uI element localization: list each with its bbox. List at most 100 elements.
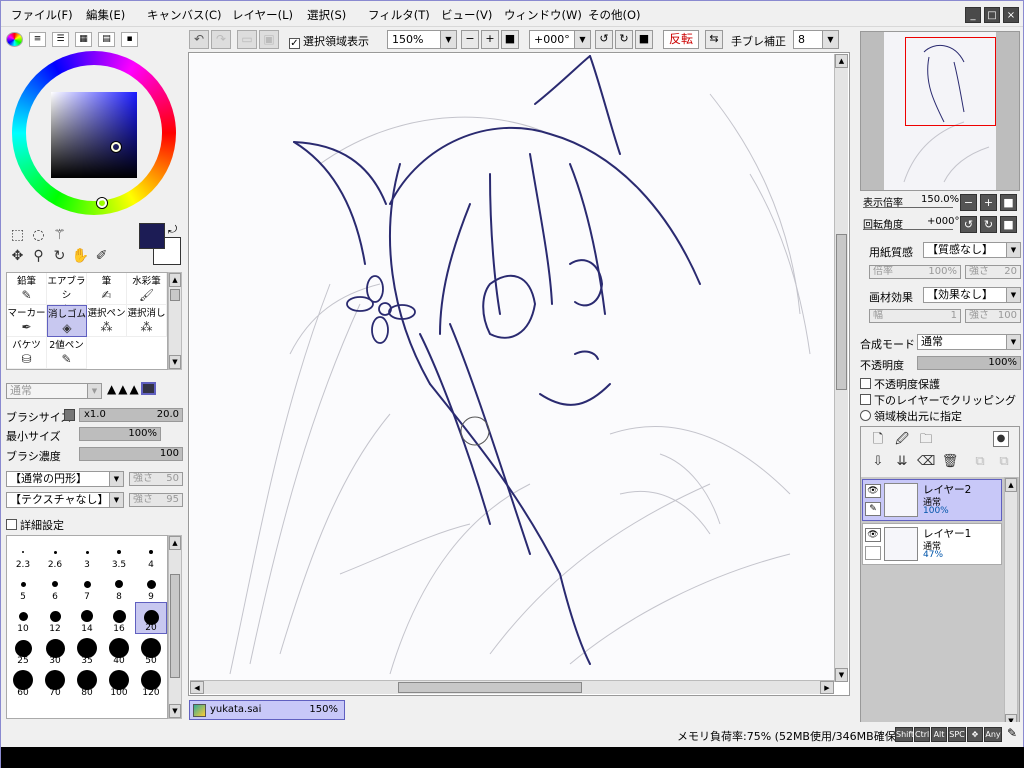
layer-up-icon[interactable]: ⧉: [971, 453, 989, 471]
layer-list-scrollbar[interactable]: ▲ ▼: [1004, 477, 1018, 729]
detail-settings-toggle[interactable]: 詳細設定: [6, 517, 64, 533]
undo-icon[interactable]: ↶: [189, 30, 209, 49]
menu-window[interactable]: ウィンドウ(W): [504, 7, 582, 23]
layer-down-icon[interactable]: ⧉: [995, 453, 1013, 471]
flip-button[interactable]: 反転: [663, 30, 699, 49]
brush-shape-select[interactable]: 【通常の円形】 ▼: [6, 471, 124, 487]
brush-size-cell[interactable]: 20: [135, 602, 167, 634]
layer-mask-icon[interactable]: ●: [993, 431, 1009, 447]
tool-eraser[interactable]: 消しゴム ◈: [47, 305, 87, 337]
scroll-up-icon[interactable]: ▲: [169, 536, 181, 550]
canvas-horizontal-scrollbar[interactable]: ◀ ▶: [190, 680, 834, 694]
rect-select-icon[interactable]: ⬚: [7, 227, 28, 243]
menu-file[interactable]: ファイル(F): [11, 7, 73, 23]
brush-size-cell[interactable]: 4: [135, 538, 167, 570]
tool-select-eraser[interactable]: 選択消し ⁂: [127, 305, 167, 337]
palette-icon[interactable]: ▦: [75, 32, 92, 47]
brush-size-cell[interactable]: 7: [71, 570, 103, 602]
size-mult-icon[interactable]: [64, 409, 75, 421]
invert-selection-icon[interactable]: ▣: [259, 30, 279, 49]
rotate-right-icon[interactable]: ↻: [615, 30, 633, 49]
tool-watercolor[interactable]: 水彩筆 🖌: [127, 273, 167, 305]
brush-size-cell[interactable]: 80: [71, 666, 103, 698]
layer-item-1[interactable]: 👁 レイヤー1 通常 47%: [862, 523, 1002, 565]
scroll-up-icon[interactable]: ▲: [169, 273, 181, 287]
visibility-eye-icon[interactable]: 👁: [865, 484, 881, 498]
brush-size-cell[interactable]: 12: [39, 602, 71, 634]
paper-texture-select[interactable]: 【質感なし】 ▼: [923, 242, 1021, 258]
canvas-vertical-scrollbar[interactable]: ▲ ▼: [834, 54, 848, 682]
brush-size-cell[interactable]: 40: [103, 634, 135, 666]
scroll-left-icon[interactable]: ◀: [190, 681, 204, 694]
brush-blend-mode-select[interactable]: 通常 ▼: [6, 383, 102, 399]
deselect-icon[interactable]: ▭: [237, 30, 257, 49]
preserve-opacity-toggle[interactable]: 不透明度保護: [860, 376, 940, 392]
rotate-reset-icon[interactable]: ■: [635, 30, 653, 49]
tool-pencil[interactable]: 鉛筆 ✎: [7, 273, 47, 305]
layer-blend-mode-select[interactable]: 通常 ▼: [917, 334, 1021, 350]
tool-marker[interactable]: マーカー ✒: [7, 305, 47, 337]
delete-layer-icon[interactable]: 🗑: [941, 453, 959, 471]
menu-view[interactable]: ビュー(V): [441, 7, 492, 23]
brush-size-cell[interactable]: 10: [7, 602, 39, 634]
brush-size-cell[interactable]: 35: [71, 634, 103, 666]
layer-opacity-slider[interactable]: 100%: [917, 356, 1021, 370]
saturation-value-square[interactable]: [51, 92, 137, 178]
tool-brush[interactable]: 筆 ✍: [87, 273, 127, 305]
stabilizer-select[interactable]: 8 ▼: [793, 30, 839, 49]
shape-strength-slider[interactable]: 強さ 50: [129, 472, 183, 486]
nav-rotate-right-icon[interactable]: ↻: [980, 216, 997, 233]
brush-size-cell[interactable]: 3.5: [103, 538, 135, 570]
swap-colors-icon[interactable]: ⤾: [168, 223, 177, 237]
hue-marker[interactable]: [97, 198, 107, 208]
rotation-select[interactable]: +000° ▼: [529, 30, 591, 49]
region-source-radio[interactable]: [860, 410, 871, 421]
tool-select-pen[interactable]: 選択ペン ⁂: [87, 305, 127, 337]
flip-arrows-icon[interactable]: ⇆: [705, 30, 723, 49]
min-size-slider[interactable]: 100%: [79, 427, 161, 441]
nav-zoom-in-icon[interactable]: +: [980, 194, 997, 211]
zoom-reset-icon[interactable]: ■: [501, 30, 519, 49]
navigator-viewport-rect[interactable]: [905, 37, 996, 126]
canvas-area[interactable]: ▲ ▼ ◀ ▶: [188, 52, 850, 696]
hsv-slider-icon[interactable]: ▤: [98, 32, 115, 47]
hand-icon[interactable]: ✋: [70, 248, 91, 264]
brush-texture-select[interactable]: 【テクスチャなし】 ▼: [6, 492, 124, 508]
color-wheel-icon[interactable]: [6, 32, 23, 47]
zoom-out-icon[interactable]: −: [461, 30, 479, 49]
merge-down-icon[interactable]: ⇊: [893, 453, 911, 471]
preserve-opacity-checkbox[interactable]: [860, 378, 871, 389]
scroll-thumb[interactable]: [398, 682, 582, 693]
rgb-slider-icon[interactable]: ☰: [52, 32, 69, 47]
region-source-toggle[interactable]: 領域検出元に指定: [860, 408, 962, 424]
scroll-down-icon[interactable]: ▼: [169, 704, 181, 718]
brush-size-cell[interactable]: 9: [135, 570, 167, 602]
nav-zoom-reset-icon[interactable]: ■: [1000, 194, 1017, 211]
nav-rotate-left-icon[interactable]: ↺: [960, 216, 977, 233]
foreground-color-swatch[interactable]: [139, 223, 165, 249]
minimize-button[interactable]: _: [965, 7, 981, 23]
nav-rotate-slider[interactable]: [863, 229, 953, 230]
slider-icon[interactable]: ≡: [29, 32, 46, 47]
brush-size-cell[interactable]: 14: [71, 602, 103, 634]
visibility-eye-icon[interactable]: 👁: [865, 528, 881, 542]
new-folder-icon[interactable]: 🗀: [917, 431, 935, 449]
layer-edit-pen-icon[interactable]: ✎: [865, 502, 881, 516]
scroll-down-icon[interactable]: ▼: [169, 355, 181, 369]
layer-lock-box[interactable]: [865, 546, 881, 560]
magic-wand-icon[interactable]: ⚚: [49, 227, 70, 243]
paper-strength-slider[interactable]: 強さ 20: [965, 265, 1021, 279]
tool-binary-pen[interactable]: 2値ペン ✎: [47, 337, 87, 369]
clear-layer-icon[interactable]: ⌫: [917, 453, 935, 471]
edge-soft-icon[interactable]: ▲: [129, 382, 140, 396]
brush-size-cell[interactable]: 120: [135, 666, 167, 698]
effect-strength-slider[interactable]: 強さ 100: [965, 309, 1021, 323]
brush-edge-selector[interactable]: ▲▲▲: [107, 382, 183, 400]
swatch-icon[interactable]: ▪: [121, 32, 138, 47]
brush-size-slider[interactable]: x1.0 20.0: [79, 408, 183, 422]
brush-size-cell[interactable]: 2.3: [7, 538, 39, 570]
zoom-icon[interactable]: ⚲: [28, 248, 49, 264]
scroll-thumb[interactable]: [170, 289, 180, 301]
menu-edit[interactable]: 編集(E): [86, 7, 125, 23]
paper-scale-slider[interactable]: 倍率 100%: [869, 265, 961, 279]
